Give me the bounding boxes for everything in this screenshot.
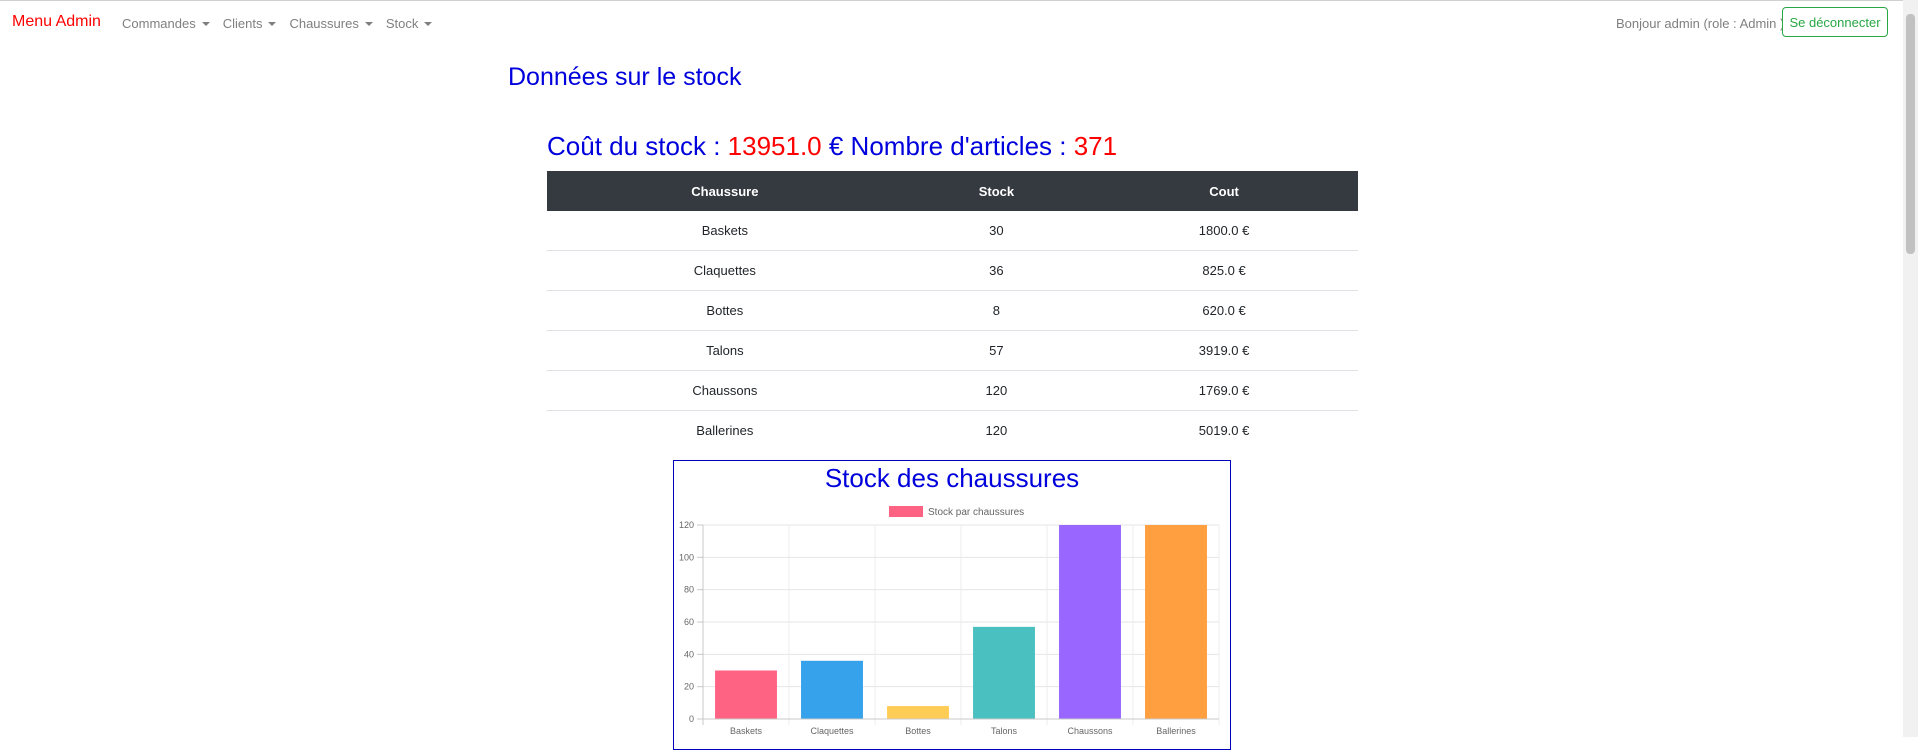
nav-commandes-dropdown[interactable]: Commandes [122,16,210,31]
bar-chart: Stock par chaussures 0 20 40 60 80 100 120 Baske… [679,506,1220,736]
count-label: Nombre d'articles : [843,131,1074,161]
brand-link[interactable]: Menu Admin [12,13,101,31]
header-cout: Cout [1090,171,1358,211]
bar [1145,525,1207,719]
cell-cout: 1800.0 € [1090,211,1358,251]
caret-down-icon [364,21,373,26]
nav-clients-label: Clients [222,16,263,31]
y-tick-label: 20 [684,682,694,692]
cell-stock: 8 [902,290,1091,331]
cell-chaussure: Baskets [547,211,903,251]
header-stock: Stock [902,171,1091,211]
table-header-row: Chaussure Stock Cout [547,171,1358,211]
bar [973,626,1035,719]
table-row: Ballerines 120 5019.0 € [547,411,1358,451]
cost-value: 13951.0 [727,131,822,161]
nav-clients-dropdown[interactable]: Clients [223,16,277,31]
cell-cout: 1769.0 € [1090,370,1358,411]
x-tick-label: Claquettes [810,726,854,736]
cost-label: Coût du stock : [547,131,728,161]
cell-cout: 825.0 € [1090,250,1358,291]
caret-down-icon [268,21,277,26]
cell-cout: 3919.0 € [1090,330,1358,371]
currency-label: € [821,131,844,161]
navbar: Menu Admin Commandes Clients Chaussures … [0,1,1900,45]
cell-stock: 36 [902,250,1091,291]
logout-button[interactable]: Se déconnecter [1782,7,1888,37]
y-tick-label: 60 [684,617,694,627]
caret-down-icon [201,21,210,26]
x-tick-label: Bottes [905,726,931,736]
nav-menu: Commandes Clients Chaussures Stock [122,16,445,31]
page-title: Données sur le stock [508,63,742,91]
scrollbar-thumb[interactable] [1906,14,1915,254]
table-row: Bottes 8 620.0 € [547,290,1358,331]
bar [1059,525,1121,719]
caret-down-icon [424,21,433,26]
table-row: Talons 57 3919.0 € [547,330,1358,371]
y-tick-label: 40 [684,649,694,659]
stock-summary: Coût du stock : 13951.0 € Nombre d'artic… [547,131,1117,162]
stock-table: Chaussure Stock Cout Baskets 30 1800.0 €… [547,171,1358,450]
y-tick-label: 100 [679,552,694,562]
stock-chart: Stock des chaussures Stock par chaussure… [673,460,1231,750]
x-tick-label: Baskets [730,726,763,736]
user-greeting: Bonjour admin (role : Admin ) [1616,16,1785,31]
y-tick-label: 120 [679,520,694,530]
nav-stock-label: Stock [385,16,419,31]
cell-stock: 120 [902,370,1091,411]
nav-commandes-label: Commandes [122,16,196,31]
cell-stock: 120 [985,423,1008,438]
count-value: 371 [1073,131,1118,161]
nav-chaussures-dropdown[interactable]: Chaussures [289,16,373,31]
table-row: Baskets 30 1800.0 € [547,211,1358,251]
cell-chaussure: Bottes [547,290,903,331]
legend-swatch [889,506,923,517]
cell-chaussure: Talons [547,330,903,371]
y-tick-label: 0 [689,714,694,724]
x-tick-label: Talons [991,726,1018,736]
bar [715,670,777,719]
table-row: Chaussons 120 1769.0 € [547,370,1358,411]
y-tick-label: 80 [684,585,694,595]
cell-chaussure: Ballerines [696,423,754,438]
cell-chaussure: Claquettes [547,250,903,291]
cell-stock: 57 [902,330,1091,371]
table-row: Claquettes 36 825.0 € [547,250,1358,291]
legend-label: Stock par chaussures [928,507,1024,518]
cell-chaussure: Chaussons [547,370,903,411]
cell-stock: 30 [902,211,1091,251]
nav-chaussures-label: Chaussures [289,16,359,31]
bar [801,660,863,719]
x-tick-label: Ballerines [1156,726,1196,736]
cell-cout: 5019.0 € [1198,423,1250,438]
bar [887,706,949,719]
x-tick-label: Chaussons [1067,726,1113,736]
vertical-scrollbar[interactable] [1903,0,1918,737]
cell-cout: 620.0 € [1090,290,1358,331]
nav-stock-dropdown[interactable]: Stock [386,16,433,31]
header-chaussure: Chaussure [547,171,903,211]
